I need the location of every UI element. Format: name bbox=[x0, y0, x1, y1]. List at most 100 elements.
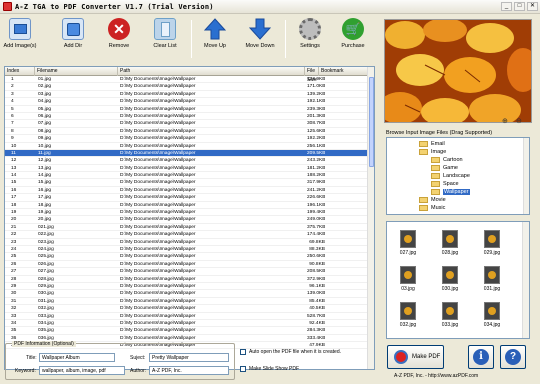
help-button[interactable]: ? bbox=[500, 345, 526, 369]
table-row[interactable]: 33 033.jpg D:\My Documents\Image\Wallpaper… bbox=[5, 313, 369, 320]
cell-filename: 033.jpg bbox=[38, 313, 54, 319]
settings-button[interactable]: Settings bbox=[290, 18, 330, 49]
zoom-out-icon[interactable]: ⊖ bbox=[516, 117, 522, 125]
clear-list-button[interactable]: Clear List bbox=[145, 18, 185, 49]
info-button[interactable]: i bbox=[468, 345, 494, 369]
table-row[interactable]: 5 05.jpg D:\My Documents\Image\Wallpaper 23… bbox=[5, 106, 369, 113]
table-row[interactable]: 7 07.jpg D:\My Documents\Image\Wallpaper 30… bbox=[5, 120, 369, 128]
col-filename[interactable]: Filename bbox=[35, 67, 118, 76]
cell-bookmark bbox=[321, 120, 367, 127]
move-up-button[interactable]: Move Up bbox=[195, 18, 235, 49]
checkbox-box[interactable] bbox=[240, 366, 246, 372]
table-row[interactable]: 26 026.jpg D:\My Documents\Image\Wallpaper… bbox=[5, 261, 369, 269]
col-path[interactable]: Path bbox=[118, 67, 305, 76]
remove-button[interactable]: ✕ Remove bbox=[99, 18, 139, 49]
subject-input[interactable]: Pretty Wallpaper bbox=[149, 353, 229, 362]
table-row[interactable]: 24 024.jpg D:\My Documents\Image\Wallpaper… bbox=[5, 246, 369, 254]
table-row[interactable]: 21 021.jpg D:\My Documents\Image\Wallpaper… bbox=[5, 224, 369, 232]
table-row[interactable]: 15 15.jpg D:\My Documents\Image\Wallpaper 3… bbox=[5, 179, 369, 187]
tree-scrollbar[interactable] bbox=[523, 138, 529, 214]
tree-item-wallpaper[interactable]: Wallpaper bbox=[431, 188, 470, 196]
thumbnail[interactable]: 03.jpg bbox=[393, 266, 423, 292]
table-row[interactable]: 4 04.jpg D:\My Documents\Image\Wallpaper 19… bbox=[5, 98, 369, 106]
table-row[interactable]: 16 16.jpg D:\My Documents\Image\Wallpaper 2… bbox=[5, 187, 369, 195]
thumbnail[interactable]: 031.jpg bbox=[477, 266, 507, 292]
purchase-button[interactable]: 🛒 Purchase bbox=[333, 18, 373, 49]
table-row[interactable]: 11 11.jpg D:\My Documents\Image\Wallpaper 2… bbox=[5, 149, 369, 158]
tree-item-movie[interactable]: Movie bbox=[419, 196, 446, 204]
checkbox-box[interactable] bbox=[240, 349, 246, 355]
add-dir-button[interactable]: Add Dir bbox=[53, 18, 93, 49]
thumbnail[interactable]: 032.jpg bbox=[393, 302, 423, 328]
remove-label: Remove bbox=[108, 43, 130, 49]
table-row[interactable]: 2 02.jpg D:\My Documents\Image\Wallpaper 17… bbox=[5, 83, 369, 91]
move-down-button[interactable]: Move Down bbox=[240, 18, 280, 49]
table-row[interactable]: 17 17.jpg D:\My Documents\Image\Wallpaper 2… bbox=[5, 194, 369, 202]
table-row[interactable]: 28 028.jpg D:\My Documents\Image\Wallpaper… bbox=[5, 276, 369, 283]
thumbnail[interactable]: 029.jpg bbox=[477, 230, 507, 256]
col-filesize[interactable]: File Size bbox=[305, 67, 319, 83]
table-row[interactable]: 30 030.jpg D:\My Documents\Image\Wallpaper… bbox=[5, 290, 369, 298]
thumbnail[interactable]: 030.jpg bbox=[435, 266, 465, 292]
cell-bookmark bbox=[321, 231, 367, 238]
table-row[interactable]: 20 20.jpg D:\My Documents\Image\Wallpaper 2… bbox=[5, 216, 369, 224]
maximize-button[interactable]: □ bbox=[514, 2, 525, 11]
toolbar-separator bbox=[191, 20, 192, 58]
table-row[interactable]: 1 01.jpg D:\My Documents\Image\Wallpaper 13… bbox=[5, 76, 369, 84]
table-row[interactable]: 29 029.jpg D:\My Documents\Image\Wallpaper… bbox=[5, 283, 369, 291]
table-row[interactable]: 13 13.jpg D:\My Documents\Image\Wallpaper 1… bbox=[5, 165, 369, 173]
add-images-button[interactable]: Add Image(s) bbox=[0, 18, 40, 49]
tree-item-cartoon[interactable]: Cartoon bbox=[431, 156, 463, 164]
table-row[interactable]: 12 12.jpg D:\My Documents\Image\Wallpaper 2… bbox=[5, 157, 369, 165]
tree-item-email[interactable]: Email bbox=[419, 140, 445, 148]
thumbnail-panel[interactable]: 027.jpg 028.jpg 029.jpg 03.jpg 030.jpg 0… bbox=[386, 221, 530, 339]
auto-open-checkbox[interactable]: Auto open the PDF file when it is create… bbox=[240, 349, 341, 355]
table-row[interactable]: 35 035.jpg D:\My Documents\Image\Wallpaper… bbox=[5, 327, 369, 335]
table-row[interactable]: 27 027.jpg D:\My Documents\Image\Wallpaper… bbox=[5, 268, 369, 276]
tree-item-music[interactable]: Music bbox=[419, 204, 445, 212]
table-row[interactable]: 22 022.jpg D:\My Documents\Image\Wallpaper… bbox=[5, 231, 369, 239]
table-row[interactable]: 19 19.jpg D:\My Documents\Image\Wallpaper 1… bbox=[5, 209, 369, 217]
tree-item-space[interactable]: Space bbox=[431, 180, 459, 188]
col-bookmark[interactable]: Bookmark bbox=[319, 67, 369, 76]
table-row[interactable]: 6 06.jpg D:\My Documents\Image\Wallpaper 20… bbox=[5, 113, 369, 121]
table-row[interactable]: 8 08.jpg D:\My Documents\Image\Wallpaper 12… bbox=[5, 128, 369, 136]
col-index[interactable]: Index bbox=[5, 67, 35, 76]
list-scrollbar[interactable] bbox=[367, 67, 374, 369]
thumbnail[interactable]: 027.jpg bbox=[393, 230, 423, 256]
make-pdf-button[interactable]: Make PDF bbox=[387, 345, 444, 369]
table-row[interactable]: 34 034.jpg D:\My Documents\Image\Wallpaper… bbox=[5, 320, 369, 328]
thumbnail-scrollbar[interactable] bbox=[522, 222, 529, 338]
thumbnail[interactable]: 028.jpg bbox=[435, 230, 465, 256]
thumbnail[interactable]: 034.jpg bbox=[477, 302, 507, 328]
table-row[interactable]: 9 09.jpg D:\My Documents\Image\Wallpaper 19… bbox=[5, 135, 369, 143]
keyword-input[interactable]: wallpaper, album, image, pdf bbox=[39, 366, 125, 375]
purchase-label: Purchase bbox=[341, 43, 365, 49]
table-row[interactable]: 3 03.jpg D:\My Documents\Image\Wallpaper 13… bbox=[5, 91, 369, 99]
table-row[interactable]: 31 031.jpg D:\My Documents\Image\Wallpaper… bbox=[5, 298, 369, 306]
table-row[interactable]: 18 18.jpg D:\My Documents\Image\Wallpaper 1… bbox=[5, 202, 369, 210]
title-input[interactable]: Wallpaper Album bbox=[39, 353, 115, 362]
tree-item-landscape[interactable]: Landscape bbox=[431, 172, 470, 180]
folder-icon bbox=[419, 196, 428, 203]
cell-bookmark bbox=[321, 224, 367, 231]
thumbnail[interactable]: 033.jpg bbox=[435, 302, 465, 328]
table-row[interactable]: 14 14.jpg D:\My Documents\Image\Wallpaper 1… bbox=[5, 172, 369, 180]
close-button[interactable]: ✕ bbox=[527, 2, 538, 11]
table-row[interactable]: 32 032.jpg D:\My Documents\Image\Wallpaper… bbox=[5, 305, 369, 313]
table-row[interactable]: 23 023.jpg D:\My Documents\Image\Wallpaper… bbox=[5, 239, 369, 246]
tree-item-image[interactable]: Image bbox=[419, 148, 446, 156]
table-row[interactable]: 10 10.jpg D:\My Documents\Image\Wallpaper 2… bbox=[5, 143, 369, 150]
clear-list-label: Clear List bbox=[153, 43, 177, 49]
author-input[interactable]: A-Z PDF, Inc. bbox=[149, 366, 229, 375]
minimize-button[interactable]: _ bbox=[501, 2, 512, 11]
table-row[interactable]: 25 025.jpg D:\My Documents\Image\Wallpaper… bbox=[5, 253, 369, 261]
zoom-in-icon[interactable]: ⊕ bbox=[502, 117, 508, 125]
folder-tree[interactable]: Email Image Cartoon Game Landscape Space… bbox=[386, 137, 530, 215]
tree-label: Game bbox=[443, 165, 458, 171]
slide-show-checkbox[interactable]: Make Slide Show PDF bbox=[240, 366, 299, 372]
scrollbar-thumb[interactable] bbox=[369, 77, 374, 167]
file-list[interactable]: Index Filename Path File Size Bookmark 1… bbox=[4, 66, 375, 370]
tree-item-game[interactable]: Game bbox=[431, 164, 458, 172]
cell-bookmark bbox=[321, 239, 367, 246]
